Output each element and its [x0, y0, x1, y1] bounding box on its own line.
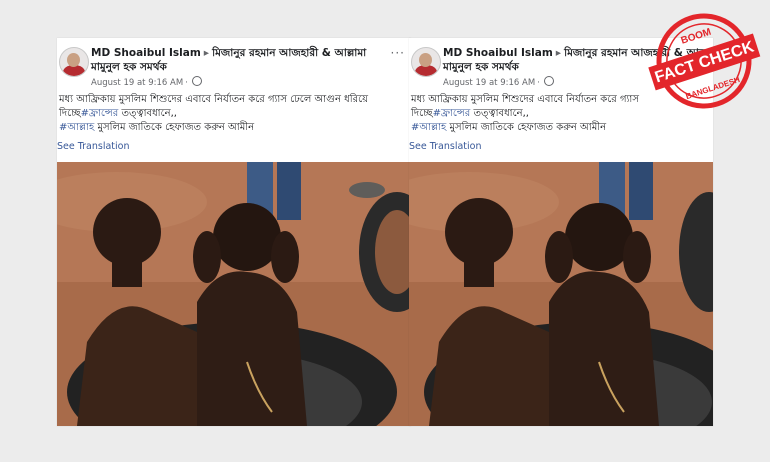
globe-icon: [191, 76, 202, 86]
arrow-right-icon: ▸: [203, 47, 210, 59]
globe-icon: [543, 76, 554, 86]
facebook-post-screenshot-left: MD Shoaibul Islam ▸ মিজানুর রহমান আজহারী &…: [57, 38, 411, 426]
hashtag-link[interactable]: #ফ্রান্সের: [81, 108, 119, 119]
post-timestamp[interactable]: August 19 at 9:16 AM ·: [443, 76, 554, 88]
group-name-link[interactable]: মিজানুর রহমান আজহারী & আল্লামা: [212, 47, 366, 59]
post-photo[interactable]: [409, 162, 713, 426]
see-translation-link[interactable]: See Translation: [409, 141, 482, 152]
avatar[interactable]: [411, 47, 441, 77]
photo-two-boys-in-tire: [57, 162, 411, 426]
see-translation-link[interactable]: See Translation: [57, 141, 130, 152]
hashtag-link[interactable]: #আল্লাহ: [59, 122, 94, 133]
more-options-icon[interactable]: ···: [391, 46, 405, 60]
post-text-segment: তত্ত্বাবধানে,,: [470, 108, 529, 119]
post-text-segment: তত্ত্বাবধানে,,: [118, 108, 177, 119]
post-header: MD Shoaibul Islam ▸ মিজানুর রহমান আজহারী &…: [57, 38, 411, 158]
post-text-segment: মুসলিম জাতিকে হেফাজত করুন আমীন: [446, 122, 607, 133]
author-name-link[interactable]: MD Shoaibul Islam: [443, 47, 553, 59]
hashtag-link[interactable]: #ফ্রান্সের: [433, 108, 471, 119]
timestamp-text[interactable]: August 19 at 9:16 AM: [91, 78, 183, 88]
post-photo[interactable]: [57, 162, 411, 426]
post-timestamp[interactable]: August 19 at 9:16 AM ·: [91, 76, 202, 88]
hashtag-link[interactable]: #আল্লাহ: [411, 122, 446, 133]
avatar[interactable]: [59, 47, 89, 77]
post-text: মধ্য আফ্রিকায় মুসলিম শিশুদের এবাবে নির্…: [59, 93, 411, 135]
timestamp-text[interactable]: August 19 at 9:16 AM: [443, 78, 535, 88]
post-text-segment: দিচ্ছে: [411, 108, 433, 119]
group-name-line2[interactable]: মামুনুল হক সমর্থক: [91, 60, 167, 74]
author-name-link[interactable]: MD Shoaibul Islam: [91, 47, 201, 59]
group-name-line2[interactable]: মামুনুল হক সমর্থক: [443, 60, 519, 74]
photo-two-boys-in-tire: [409, 162, 713, 426]
boom-fact-check-logo: FACT CHECK BOOM BANGLADESH: [645, 6, 763, 116]
author-line: MD Shoaibul Islam ▸ মিজানুর রহমান আজহারী &…: [91, 46, 411, 60]
fact-check-stamp-icon: FACT CHECK BOOM BANGLADESH: [648, 13, 761, 109]
post-text-segment: মুসলিম জাতিকে হেফাজত করুন আমীন: [94, 122, 255, 133]
arrow-right-icon: ▸: [555, 47, 562, 59]
post-text-segment: দিচ্ছে: [59, 108, 81, 119]
post-text-line: মধ্য আফ্রিকায় মুসলিম শিশুদের এবাবে নির্…: [59, 94, 369, 105]
